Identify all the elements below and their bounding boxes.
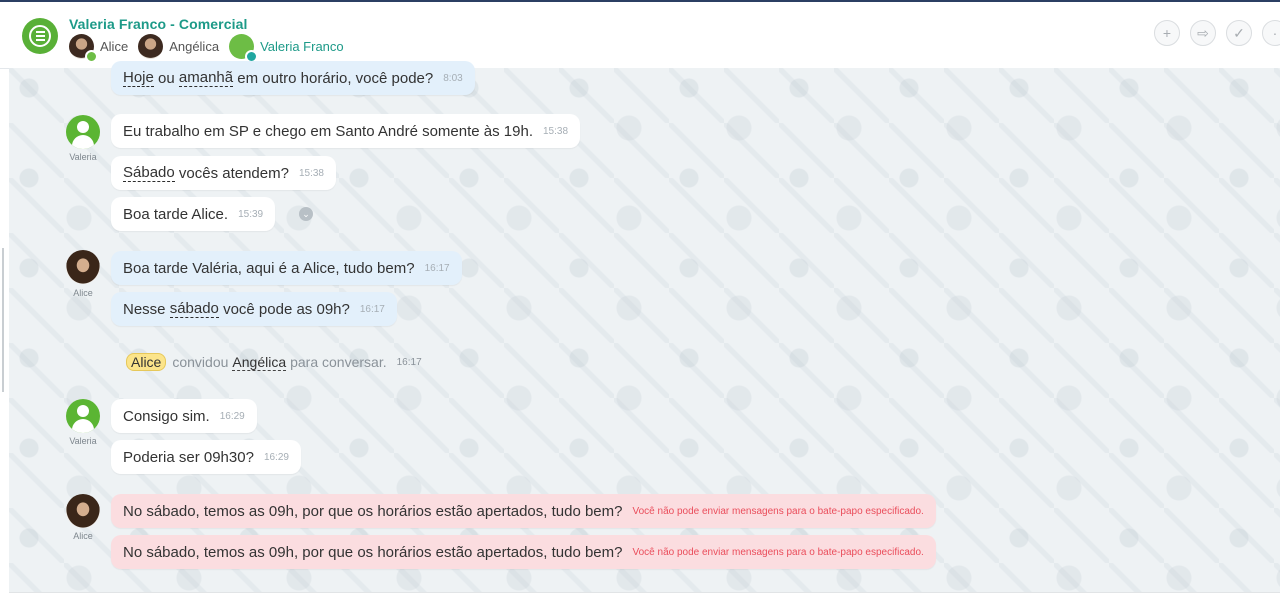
message-word[interactable]: Hoje — [123, 69, 154, 87]
message-bubble[interactable]: Consigo sim. 16:29 — [111, 399, 257, 433]
member-name-valeria[interactable]: Valeria Franco — [260, 39, 344, 54]
message-time: 16:29 — [263, 451, 289, 463]
message-time: 15:38 — [543, 125, 569, 137]
message-error: Você não pode enviar mensagens para o ba… — [632, 546, 924, 558]
message-text: No sábado, temos as 09h, por que os horá… — [123, 502, 623, 520]
chat-header: Valeria Franco - Comercial Alice Angélic… — [0, 2, 1280, 69]
message-bubble[interactable]: Nesse sábado você pode as 09h? 16:17 — [111, 292, 397, 326]
avatar-alice[interactable] — [66, 494, 100, 528]
message-time: 16:17 — [424, 262, 450, 274]
message-text: Eu trabalho em SP e chego em Santo André… — [123, 122, 533, 140]
message-text: você pode as 09h? — [218, 300, 350, 318]
avatar-label: Valeria — [69, 436, 97, 446]
failed-message-bubble[interactable]: No sábado, temos as 09h, por que os horá… — [111, 494, 936, 528]
message-text: Boa tarde Valéria, aqui é a Alice, tudo … — [123, 259, 415, 277]
message-bubble[interactable]: Hoje ou amanhã em outro horário, você po… — [111, 61, 475, 95]
more-icon[interactable]: · — [1262, 20, 1280, 46]
avatar-label: Alice — [73, 288, 93, 298]
avatar-valeria[interactable] — [66, 399, 100, 433]
member-avatar-angelica[interactable] — [138, 33, 164, 59]
message-text: No sábado, temos as 09h, por que os horá… — [123, 543, 623, 561]
message-time: 15:38 — [298, 167, 324, 179]
member-avatar-valeria[interactable] — [229, 33, 259, 63]
forward-icon[interactable]: ⇨ — [1190, 20, 1216, 46]
member-avatar-alice[interactable] — [69, 33, 98, 63]
header-actions: + ⇨ ✓ · — [1154, 20, 1280, 46]
message-time: 16:29 — [219, 410, 245, 422]
message-time: 15:39 — [238, 208, 264, 220]
message-error: Você não pode enviar mensagens para o ba… — [632, 505, 924, 517]
message-text: vocês atendem? — [174, 164, 289, 182]
message-bubble[interactable]: Sábado vocês atendem? 15:38 — [111, 156, 336, 190]
message-text: em outro horário, você pode? — [233, 69, 434, 87]
system-message: Alice convidou Angélica para conversar. … — [126, 353, 422, 371]
system-time: 16:17 — [396, 356, 422, 368]
owner-badge-icon — [85, 49, 98, 63]
plus-icon[interactable]: + — [1154, 20, 1180, 46]
avatar-label: Valeria — [69, 152, 97, 162]
system-invitee[interactable]: Angélica — [232, 354, 287, 371]
message-bubble[interactable]: Boa tarde Valéria, aqui é a Alice, tudo … — [111, 251, 462, 285]
message-time: 16:17 — [359, 303, 385, 315]
chat-logo-icon[interactable] — [22, 18, 58, 54]
message-bubble[interactable]: Poderia ser 09h30? 16:29 — [111, 440, 301, 474]
avatar-label: Alice — [73, 531, 93, 541]
failed-message-bubble[interactable]: No sábado, temos as 09h, por que os horá… — [111, 535, 936, 569]
avatar-valeria[interactable] — [66, 115, 100, 149]
message-time: 8:03 — [443, 72, 463, 84]
message-word[interactable]: amanhã — [178, 69, 234, 87]
check-circle-icon[interactable]: ✓ — [1226, 20, 1252, 46]
message-word[interactable]: Sábado — [123, 164, 175, 182]
mention-chip[interactable]: Alice — [126, 353, 167, 371]
message-text: Poderia ser 09h30? — [123, 448, 254, 466]
member-name-alice[interactable]: Alice — [100, 39, 128, 54]
message-bubble[interactable]: Boa tarde Alice. 15:39 — [111, 197, 276, 231]
message-word[interactable]: sábado — [169, 300, 219, 318]
member-list: Alice Angélica Valeria Franco — [69, 32, 354, 63]
chevron-down-icon[interactable]: ⌄ — [299, 207, 313, 221]
system-action: convidou — [172, 354, 229, 370]
message-text: Nesse — [123, 300, 170, 318]
chat-title[interactable]: Valeria Franco - Comercial — [69, 16, 247, 32]
system-suffix: para conversar. — [290, 354, 387, 370]
message-bubble[interactable]: Eu trabalho em SP e chego em Santo André… — [111, 114, 581, 148]
avatar-alice[interactable] — [66, 250, 100, 284]
message-text: ou — [153, 69, 179, 87]
message-text: Boa tarde Alice. — [123, 205, 229, 223]
member-name-angelica[interactable]: Angélica — [169, 39, 219, 54]
scrollbar[interactable] — [2, 248, 4, 392]
message-text: Consigo sim. — [123, 407, 210, 425]
